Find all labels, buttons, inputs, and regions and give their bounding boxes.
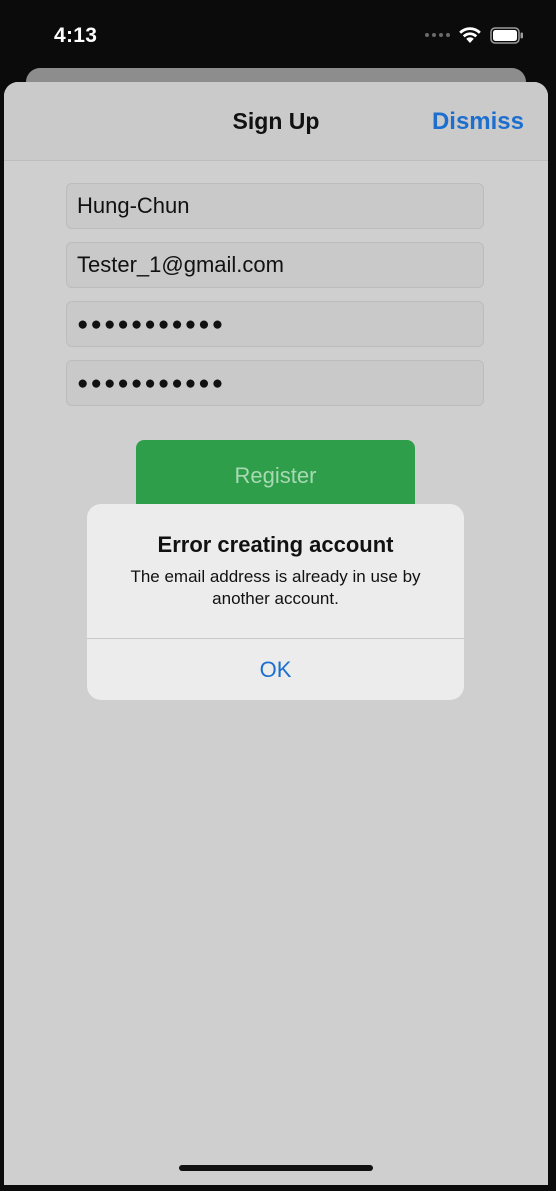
status-bar: 4:13 [0,0,556,72]
wifi-icon [459,27,481,43]
status-time: 4:13 [54,24,98,47]
register-button[interactable]: Register [136,440,415,512]
phone-screen: 4:13 Sign Up Dismiss Hung-Chun Tester_1@… [0,0,556,1191]
ok-button[interactable]: OK [87,639,464,700]
alert-title: Error creating account [157,532,394,557]
confirm-password-field[interactable]: ●●●●●●●●●●● [66,360,484,406]
email-field[interactable]: Tester_1@gmail.com [66,242,484,288]
password-field[interactable]: ●●●●●●●●●●● [66,301,484,347]
alert-message: The email address is already in use by a… [130,567,421,608]
home-indicator[interactable] [179,1165,373,1171]
error-alert: Error creating account The email address… [87,504,464,700]
status-icons [425,26,524,44]
dismiss-button[interactable]: Dismiss [432,108,524,136]
battery-icon [490,26,523,44]
navigation-bar: Sign Up Dismiss [4,82,548,161]
name-field[interactable]: Hung-Chun [66,183,484,229]
cellular-signal-icon [425,33,450,37]
